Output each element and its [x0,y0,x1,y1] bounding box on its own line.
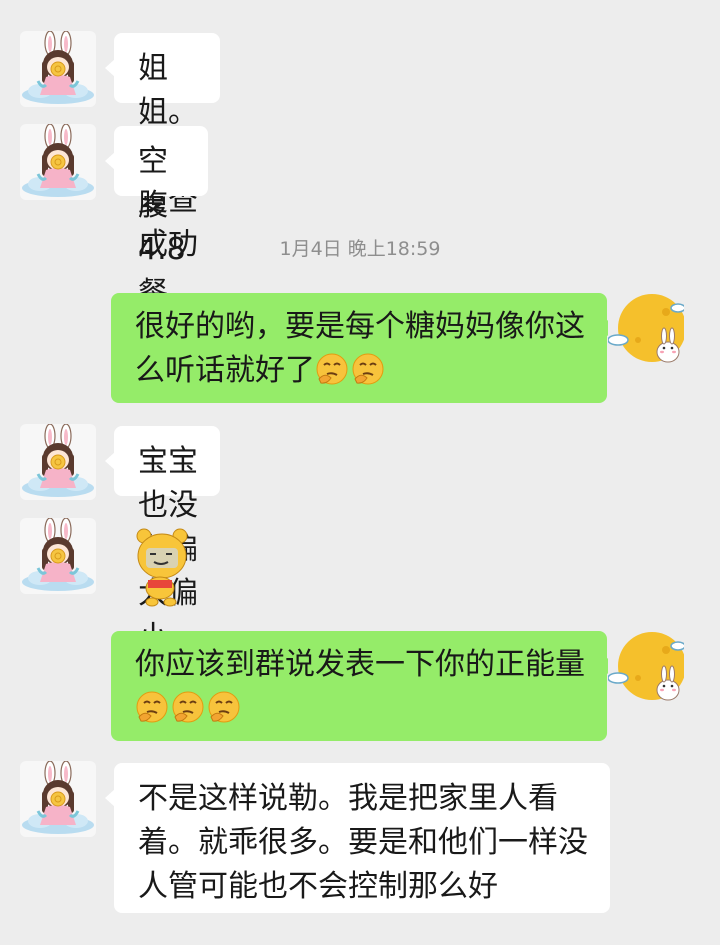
outgoing-message-bubble[interactable]: 你应该到群说发表一下你的正能量 [111,631,616,741]
thinking-face-emoji-icon [352,353,384,385]
chat-timestamp: 1月4日 晚上18:59 [279,238,441,260]
incoming-message-bubble[interactable]: 宝宝也没有偏大偏小。刚刚好 [105,426,220,743]
bunny-girl-avatar-icon [20,424,96,500]
bunny-girl-avatar-icon [20,124,96,200]
incoming-message-bubble[interactable]: 姐姐。今天复查成功 [105,33,220,262]
contact-avatar[interactable] [20,424,96,500]
message-text-line: 么听话就好了 [135,353,315,388]
thinking-face-emoji-icon [208,691,240,723]
message-text-line: 不是这样说勒。我是把家里人看 [138,781,558,816]
message-text-line: 你应该到群说发表一下你的正能量 [135,647,585,682]
thinking-face-emoji-icon [172,691,204,723]
own-avatar[interactable] [608,290,684,366]
contact-avatar[interactable] [20,761,96,837]
message-text-line: 人管可能也不会控制那么好 [138,869,498,904]
incoming-message-bubble[interactable]: 不是这样说勒。我是把家里人看 着。就乖很多。要是和他们一样没 人管可能也不会控制… [105,763,610,913]
bunny-girl-avatar-icon [20,518,96,594]
message-text-line: 着。就乖很多。要是和他们一样没 [138,825,588,860]
contact-avatar[interactable] [20,518,96,594]
message-text-line: 很好的哟，要是每个糖妈妈像你这 [135,309,585,344]
emoji-row [135,687,585,731]
moon-rabbit-avatar-icon [608,628,684,704]
thinking-face-emoji-icon [136,691,168,723]
thinking-face-emoji-icon [316,353,348,385]
winnie-pooh-sticker-icon[interactable] [130,526,200,608]
bunny-girl-avatar-icon [20,761,96,837]
message-text-line-with-emoji: 么听话就好了 [135,349,585,393]
contact-avatar[interactable] [20,124,96,200]
own-avatar[interactable] [608,628,684,704]
contact-avatar[interactable] [20,31,96,107]
incoming-message-bubble[interactable]: 空腹 4.8 餐后 5.2 [105,126,208,399]
moon-rabbit-avatar-icon [608,290,684,366]
outgoing-message-bubble[interactable]: 很好的哟，要是每个糖妈妈像你这 么听话就好了 [111,293,616,403]
bunny-girl-avatar-icon [20,31,96,107]
